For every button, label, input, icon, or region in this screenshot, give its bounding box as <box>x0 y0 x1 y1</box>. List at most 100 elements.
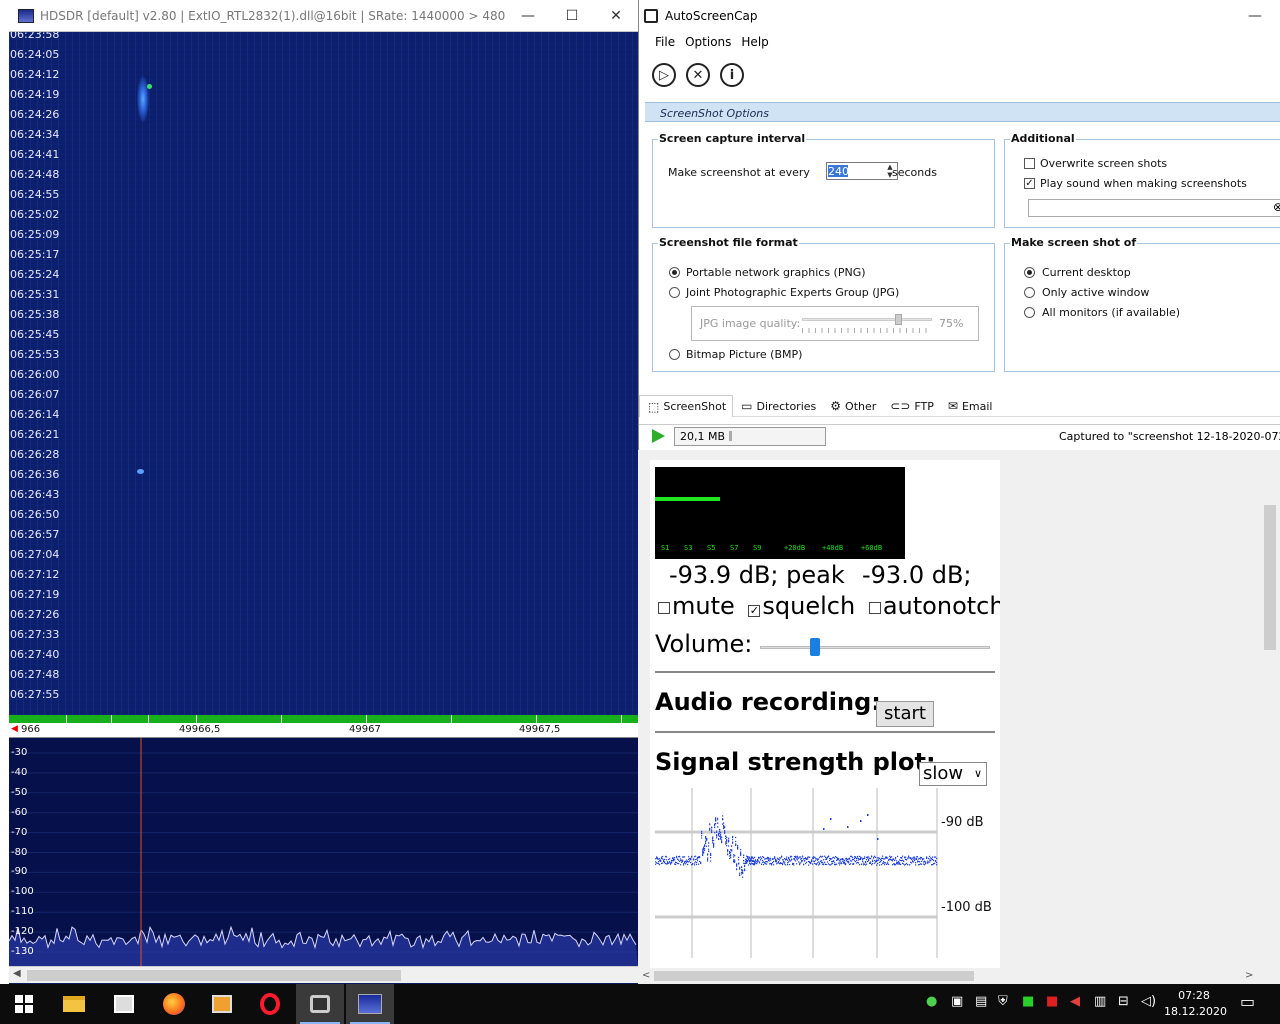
browser-vertical-scrollbar[interactable] <box>1260 450 1280 968</box>
spectrum-display[interactable]: -30 -40 -50 -60 -70 -80 -90 -100 -110 -120 -130 <box>9 738 638 966</box>
file-explorer-icon[interactable] <box>50 984 98 1024</box>
sound-checkbox[interactable]: ✓ <box>1024 178 1035 189</box>
waterfall-timestamp: 06:24:26 <box>10 108 60 121</box>
asc-menubar: File Options Help <box>639 32 777 52</box>
scrollbar-thumb[interactable] <box>27 970 401 981</box>
tab-label: Other <box>845 399 877 413</box>
all-monitors-radio[interactable] <box>1024 307 1035 318</box>
network-icon[interactable]: ⊟ <box>1118 994 1129 1009</box>
overwrite-checkbox[interactable] <box>1024 158 1035 169</box>
hdsdr-titlebar[interactable]: HDSDR [default] v2.80 | ExtIO_RTL2832(1)… <box>0 0 638 32</box>
squelch-checkbox[interactable]: ✓ <box>748 605 761 617</box>
active-window-radio[interactable] <box>1024 287 1035 298</box>
clock-date: 18.12.2020 <box>1164 1005 1227 1018</box>
scroll-left-icon[interactable]: < <box>642 970 650 981</box>
freq-tick <box>111 715 112 723</box>
interval-spinbox[interactable]: ▲▼ <box>826 162 898 180</box>
sound-file-field[interactable]: ⊗ <box>1028 199 1280 217</box>
tray-icon[interactable]: ■ <box>1022 994 1034 1009</box>
menu-options[interactable]: Options <box>683 32 739 52</box>
tray-icon[interactable]: ● <box>926 994 937 1009</box>
jpg-radio[interactable] <box>669 287 680 298</box>
start-recording-button[interactable]: start <box>876 701 934 727</box>
notification-icon[interactable]: ▭ <box>1240 992 1255 1011</box>
s-meter-label: +20dB <box>784 544 806 552</box>
tab-directories[interactable]: ▭ Directories <box>733 395 822 417</box>
freq-label: 49967,5 <box>519 724 561 735</box>
freq-label: 49967 <box>349 724 381 735</box>
scrollbar-thumb[interactable] <box>654 971 974 981</box>
opera-icon[interactable] <box>246 984 294 1024</box>
menu-help[interactable]: Help <box>739 32 776 52</box>
scroll-right-icon[interactable]: > <box>1245 970 1253 981</box>
tab-label: FTP <box>914 399 934 413</box>
jpg-quality-slider[interactable] <box>802 314 932 334</box>
slider-thumb[interactable] <box>895 314 902 325</box>
system-clock[interactable]: 07:28 18.12.2020 <box>1164 988 1227 1020</box>
hdsdr-horizontal-scrollbar[interactable]: ◀ <box>9 966 638 983</box>
tab-screenshot[interactable]: ⬚ ScreenShot <box>639 395 734 417</box>
windows-start-icon[interactable] <box>0 984 48 1024</box>
speaker-muted-icon[interactable]: ◀ <box>1070 994 1080 1009</box>
frequency-bar[interactable] <box>9 715 638 723</box>
scrollbar-thumb[interactable] <box>1264 505 1276 650</box>
waterfall-timestamp: 06:27:26 <box>10 608 60 621</box>
firefox-icon[interactable] <box>150 984 198 1024</box>
png-label: Portable network graphics (PNG) <box>686 266 866 279</box>
taskbar: ● ▣ ▤ ⛨ ■ ■ ◀ ▥ ⊟ ◁) 07:28 18.12.2020 ▭ <box>0 984 1280 1024</box>
interval-group: Screen capture interval Make screenshot … <box>652 132 995 228</box>
hdsdr-window: HDSDR [default] v2.80 | ExtIO_RTL2832(1)… <box>0 0 638 984</box>
bmp-radio[interactable] <box>669 349 680 360</box>
plot-speed-select[interactable]: slow ∨ <box>919 762 987 786</box>
tab-ftp[interactable]: ⊂⊃ FTP <box>882 395 940 417</box>
overwrite-label: Overwrite screen shots <box>1040 157 1168 170</box>
freq-marker-icon: ◀ <box>11 724 18 734</box>
close-icon[interactable]: ✕ <box>594 8 638 24</box>
stop-capture-icon[interactable]: ✕ <box>686 63 710 87</box>
progress-mark <box>729 431 733 441</box>
info-icon[interactable]: i <box>720 63 744 87</box>
waterfall-timestamp: 06:27:12 <box>10 568 60 581</box>
waterfall-display[interactable]: 06:23:58 06:24:05 06:24:12 06:24:19 06:24:26… <box>9 32 638 715</box>
scroll-left-icon[interactable]: ◀ <box>13 968 21 979</box>
waterfall-timestamp: 06:27:40 <box>10 648 60 661</box>
tray-icon[interactable]: ▥ <box>1094 994 1106 1009</box>
waterfall-timestamp: 06:24:41 <box>10 148 60 161</box>
volume-slider-thumb[interactable] <box>810 638 821 656</box>
menu-file[interactable]: File <box>639 32 683 52</box>
maximize-icon[interactable]: ☐ <box>550 8 594 24</box>
shield-icon[interactable]: ⛨ <box>998 994 1008 1009</box>
asc-titlebar[interactable]: AutoScreenCap — <box>639 0 1280 32</box>
size-text: 20,1 MB <box>680 430 726 443</box>
minimize-icon[interactable]: — <box>506 8 550 24</box>
email-icon: ✉ <box>947 399 958 413</box>
media-player-icon[interactable] <box>198 984 246 1024</box>
png-radio[interactable] <box>669 267 680 278</box>
tray-icon[interactable]: ■ <box>1046 994 1058 1009</box>
browser-horizontal-scrollbar[interactable]: < > <box>638 968 1260 984</box>
tray-icon[interactable]: ▣ <box>951 994 963 1009</box>
camera-icon <box>644 9 658 23</box>
autoscreencap-taskbar-icon[interactable] <box>296 984 344 1024</box>
volume-icon[interactable]: ◁) <box>1141 994 1156 1009</box>
hdsdr-taskbar-icon[interactable] <box>346 984 394 1024</box>
waterfall-timestamp: 06:27:48 <box>10 668 60 681</box>
waterfall-timestamp: 06:25:45 <box>10 328 60 341</box>
tab-email[interactable]: ✉ Email <box>940 395 999 417</box>
tab-other[interactable]: ⚙ Other <box>822 395 882 417</box>
tray-icon[interactable]: ▤ <box>975 994 987 1009</box>
tab-label: Email <box>961 399 993 413</box>
waterfall-timestamp: 06:26:07 <box>10 388 60 401</box>
play-icon[interactable] <box>652 429 665 443</box>
slider-track <box>802 318 932 321</box>
volume-slider-track[interactable] <box>760 646 990 649</box>
start-capture-icon[interactable]: ▷ <box>652 63 676 87</box>
current-desktop-radio[interactable] <box>1024 267 1035 278</box>
store-icon[interactable] <box>100 984 148 1024</box>
s-meter: S1 S3 S5 S7 S9 +20dB +40dB +60dB <box>655 467 905 559</box>
minimize-icon[interactable]: — <box>1233 8 1277 24</box>
mute-checkbox[interactable] <box>658 602 670 614</box>
interval-input[interactable] <box>827 163 881 179</box>
browse-icon[interactable]: ⊗ <box>1273 200 1280 214</box>
autonotch-checkbox[interactable] <box>868 602 881 614</box>
